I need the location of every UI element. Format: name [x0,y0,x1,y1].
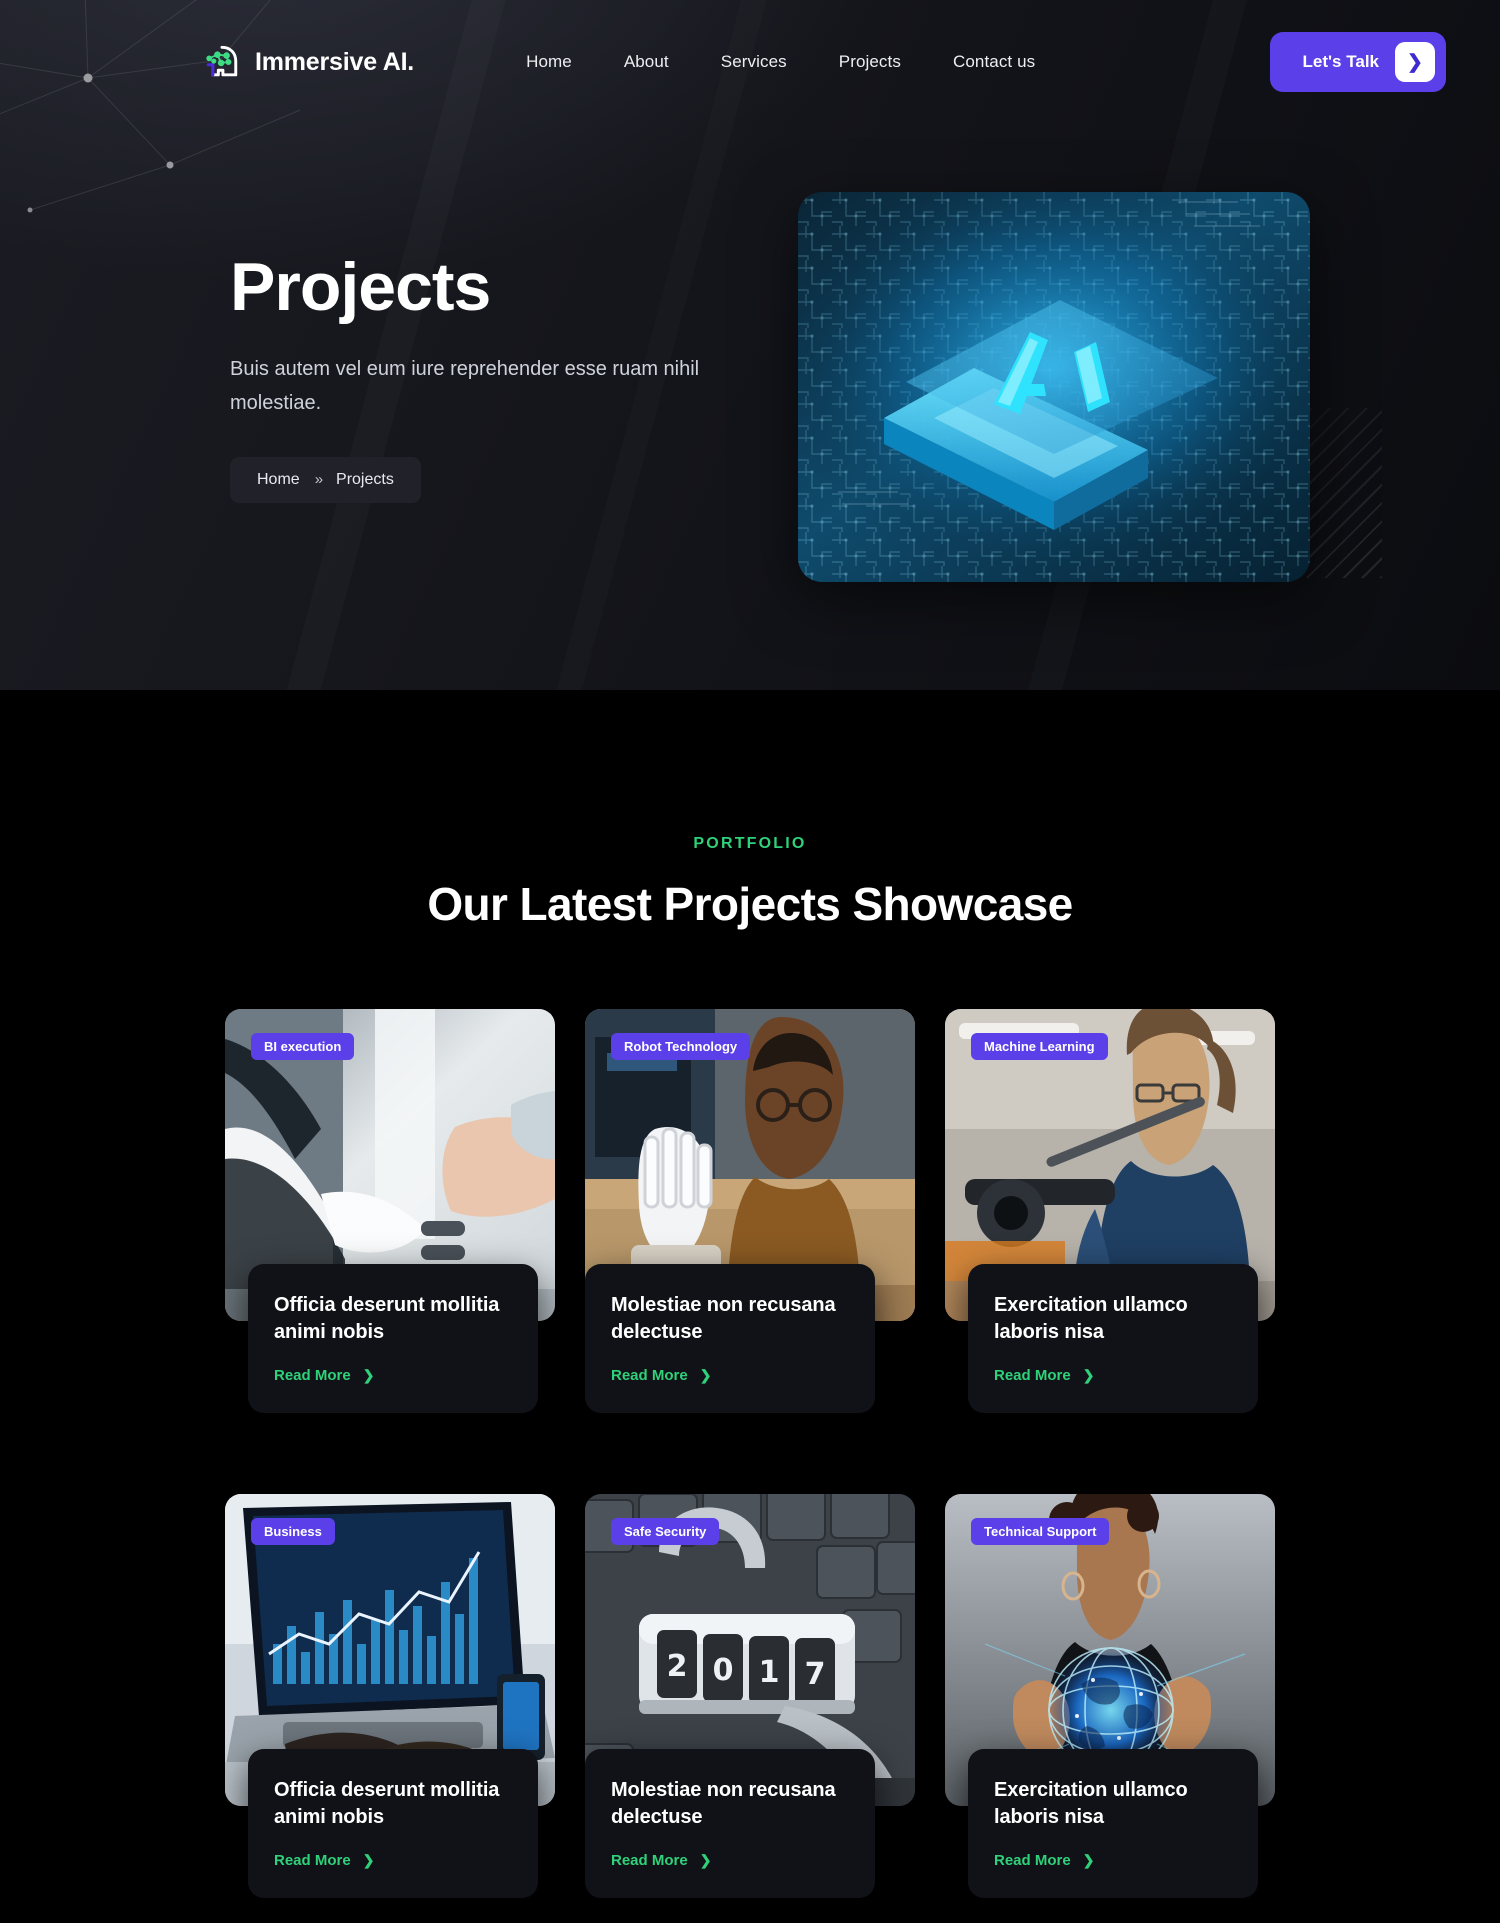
read-more-link[interactable]: Read More ❯ [994,1367,1094,1384]
project-card[interactable]: BI execution Officia deserunt mollitia a… [225,1009,555,1464]
read-more-link[interactable]: Read More ❯ [994,1852,1094,1869]
hero-body: Projects Buis autem vel eum iure reprehe… [0,92,1500,582]
nav-link-about[interactable]: About [624,52,669,72]
nav-link-home[interactable]: Home [526,52,572,72]
project-card[interactable]: Robot Technology Molestiae non recusana … [585,1009,915,1464]
project-card[interactable]: Business Officia deserunt mollitia animi… [225,1494,555,1923]
portfolio-section: PORTFOLIO Our Latest Projects Showcase B… [0,690,1500,1923]
project-title: Molestiae non recusana delectuse [611,1294,836,1343]
read-more-label: Read More [994,1852,1071,1870]
breadcrumb-separator-icon: » [314,471,323,489]
lets-talk-button[interactable]: Let's Talk ❯ [1269,32,1446,92]
project-title: Exercitation ullamco laboris nisa [994,1294,1188,1343]
svg-text:0: 0 [713,1653,734,1688]
project-tag: Technical Support [971,1518,1110,1545]
read-more-label: Read More [611,1367,688,1385]
lets-talk-label: Let's Talk [1302,52,1379,71]
hero-section: Immersive AI. Home About Services Projec… [0,0,1500,690]
brand-name: Immersive AI. [255,47,415,76]
hero-image [798,192,1310,582]
hero-copy: Projects Buis autem vel eum iure reprehe… [230,192,790,582]
read-more-link[interactable]: Read More ❯ [611,1852,711,1869]
project-title: Officia deserunt mollitia animi nobis [274,1779,500,1828]
chevron-right-icon: ❯ [362,1852,375,1869]
chevron-right-icon: ❯ [1395,42,1435,82]
project-card[interactable]: Machine Learning Exercitation ullamco la… [945,1009,1275,1464]
read-more-label: Read More [611,1852,688,1870]
breadcrumb-home[interactable]: Home [257,471,300,489]
brand-logo[interactable]: Immersive AI. [200,40,414,84]
svg-text:7: 7 [805,1657,826,1692]
project-title: Molestiae non recusana delectuse [611,1779,836,1828]
chevron-right-icon: ❯ [1082,1367,1095,1384]
project-card-body: Exercitation ullamco laboris nisa Read M… [968,1749,1258,1899]
read-more-link[interactable]: Read More ❯ [274,1852,374,1869]
read-more-label: Read More [274,1852,351,1870]
primary-nav: Home About Services Projects Contact us [526,52,1035,72]
svg-text:1: 1 [759,1655,780,1690]
page-title: Projects [230,249,491,325]
project-tag: Machine Learning [971,1033,1108,1060]
nav-link-contact-us[interactable]: Contact us [953,52,1035,72]
breadcrumb: Home » Projects [230,456,421,503]
project-tag: BI execution [251,1033,355,1060]
diamond-decoration-group [0,1915,190,1923]
project-card-body: Molestiae non recusana delectuse Read Mo… [585,1264,875,1414]
chevron-right-icon: ❯ [699,1367,712,1384]
project-tag: Business [251,1518,335,1545]
chevron-right-icon: ❯ [362,1367,375,1384]
section-eyebrow: PORTFOLIO [693,835,807,852]
project-title: Officia deserunt mollitia animi nobis [274,1294,500,1343]
read-more-link[interactable]: Read More ❯ [274,1367,374,1384]
project-title: Exercitation ullamco laboris nisa [994,1779,1188,1828]
read-more-label: Read More [274,1367,351,1385]
project-card-body: Officia deserunt mollitia animi nobis Re… [248,1264,538,1414]
project-card-body: Molestiae non recusana delectuse Read Mo… [585,1749,875,1899]
project-card[interactable]: Technical Support Exercitation ullamco l… [945,1494,1275,1923]
project-tag: Safe Security [611,1518,720,1545]
project-card-body: Officia deserunt mollitia animi nobis Re… [248,1749,538,1899]
chevron-right-icon: ❯ [1082,1852,1095,1869]
ai-head-node-icon [206,45,238,77]
read-more-label: Read More [994,1367,1071,1385]
project-card-body: Exercitation ullamco laboris nisa Read M… [968,1264,1258,1414]
svg-text:2: 2 [667,1649,688,1684]
ai-chip-circuit-board-illustration [798,192,1310,582]
projects-grid: BI execution Officia deserunt mollitia a… [225,1009,1275,1923]
hero-subtitle: Buis autem vel eum iure reprehender esse… [230,358,700,414]
project-tag: Robot Technology [611,1033,751,1060]
project-card[interactable]: 20 17 Safe Security Molestiae non recusa… [585,1494,915,1923]
breadcrumb-current: Projects [336,470,394,488]
site-header: Immersive AI. Home About Services Projec… [0,0,1500,92]
read-more-link[interactable]: Read More ❯ [611,1367,711,1384]
nav-link-projects[interactable]: Projects [839,52,901,72]
nav-link-services[interactable]: Services [721,52,787,72]
chevron-right-icon: ❯ [699,1852,712,1869]
section-title: Our Latest Projects Showcase [427,878,1073,930]
